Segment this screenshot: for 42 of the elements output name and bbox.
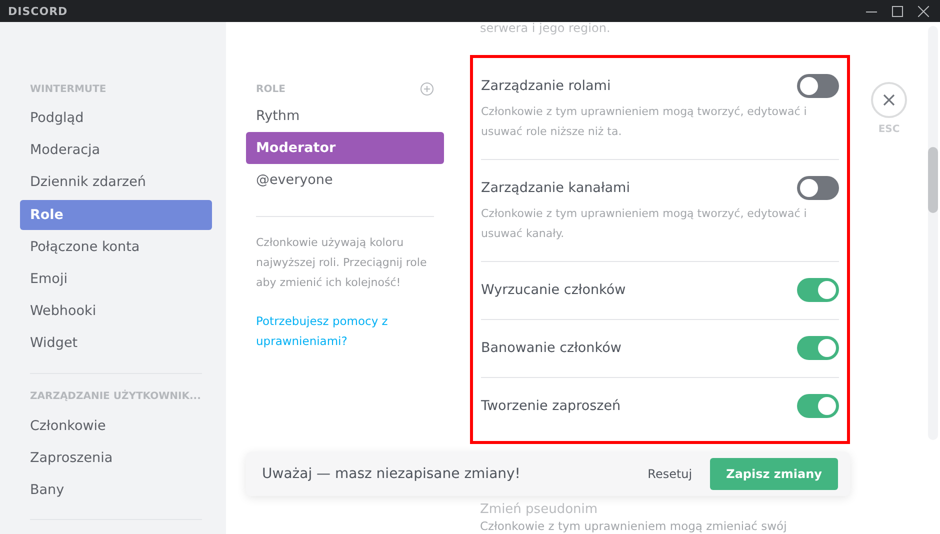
sidebar-item[interactable]: Bany <box>20 474 212 505</box>
permission-title: Zmień pseudonim <box>480 502 599 518</box>
roles-header: ROLE <box>256 84 286 94</box>
permission-title: Zarządzanie kanałami <box>481 180 630 196</box>
sidebar-item[interactable]: Widget <box>20 328 212 358</box>
close-icon <box>918 6 928 16</box>
notice-message: Uważaj — masz niezapisane zmiany! <box>262 466 522 482</box>
app-logo: DISCORD <box>8 4 68 18</box>
reset-button[interactable]: Resetuj <box>644 463 696 485</box>
sidebar-item[interactable]: Połączone konta <box>20 232 212 262</box>
toggle-switch[interactable] <box>797 336 839 360</box>
toggle-switch[interactable] <box>797 74 839 98</box>
sidebar-section-header: ZARZĄDZANIE UŻYTKOWNIK... <box>29 388 202 404</box>
permission-description: Członkowie z tym uprawnieniem mogą tworzyć, edytować i usuwać kanały. <box>481 206 808 242</box>
permission-description: Członkowie z tym uprawnieniem mogą tworzyć, edytować i usuwać role niższe niż ta. <box>481 104 808 140</box>
sidebar-item[interactable]: Zaproszenia <box>20 442 212 473</box>
description-text: serwera i jego region. <box>479 22 612 34</box>
sidebar-item[interactable]: Emoji <box>20 264 212 294</box>
permission-title: Tworzenie zaproszeń <box>481 398 621 414</box>
close-icon <box>883 94 895 106</box>
toggle-switch[interactable] <box>797 278 839 302</box>
scrollbar-thumb[interactable] <box>928 147 938 213</box>
sidebar-item[interactable]: Moderacja <box>20 135 212 166</box>
sidebar-item[interactable]: Dziennik zdarzeń <box>20 167 212 198</box>
list-entry[interactable]: Rythm <box>246 100 444 132</box>
toggle-switch[interactable] <box>797 394 839 418</box>
list-entry[interactable]: @everyone <box>246 164 444 196</box>
maximize-icon <box>892 6 902 16</box>
sidebar-section-header: WINTERMUTE <box>29 83 108 97</box>
permission-description: Członkowie z tym uprawnieniem mogą zmieniać swój <box>480 518 788 534</box>
permission-title: Banowanie członków <box>481 340 622 356</box>
toggle-switch[interactable] <box>797 176 839 200</box>
sidebar-item[interactable]: Członkowie <box>20 410 212 441</box>
esc-label: ESC <box>878 124 900 135</box>
permission-title: Wyrzucanie członków <box>481 282 626 298</box>
close-button[interactable] <box>871 82 907 118</box>
sidebar-item[interactable]: Podgląd <box>20 103 212 134</box>
permission-title: Zarządzanie rolami <box>481 78 611 94</box>
sidebar-item[interactable]: Webhooki <box>20 296 212 326</box>
list-entry[interactable]: Moderator <box>246 132 444 164</box>
roles-hint: Członkowie używają koloru najwyższej roli. Przeciągnij role aby zmienić ich kolejność! <box>255 235 428 291</box>
sidebar-item[interactable]: Role <box>20 200 212 230</box>
